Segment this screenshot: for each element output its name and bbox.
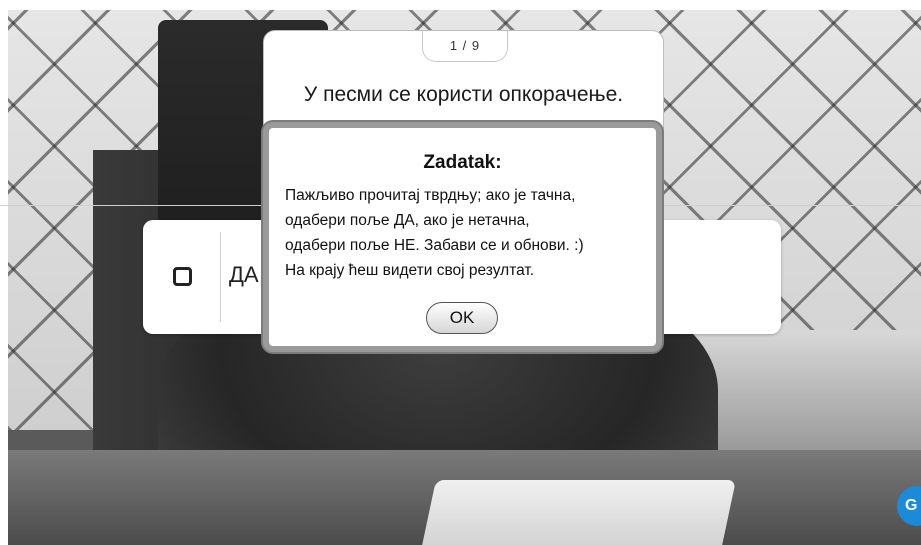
ok-button[interactable]: OK [426,302,498,334]
modal-body-line: Пажљиво прочитај тврдњу; ако је тачна, [285,187,576,204]
answer-divider [220,232,221,322]
modal-title: Zadatak: [423,152,502,173]
answer-checkbox[interactable] [173,267,192,286]
modal-body: Пажљиво прочитај тврдњу; ако је тачна, о… [285,183,645,283]
modal-body-line: одабери поље НЕ. Забави се и обнови. :) [285,237,584,254]
answer-label: ДА [229,262,259,287]
modal-body-line: На крају ћеш видети свој резултат. [285,262,535,279]
open-book [420,480,736,545]
question-text: У песми се користи опкорачење. [303,83,624,106]
modal-body-line: одабери поље ДА, ако је нетачна, [285,212,530,229]
task-modal: Zadatak: Пажљиво прочитај тврдњу; ако је… [263,122,662,352]
question-counter: 1 / 9 [422,31,508,62]
